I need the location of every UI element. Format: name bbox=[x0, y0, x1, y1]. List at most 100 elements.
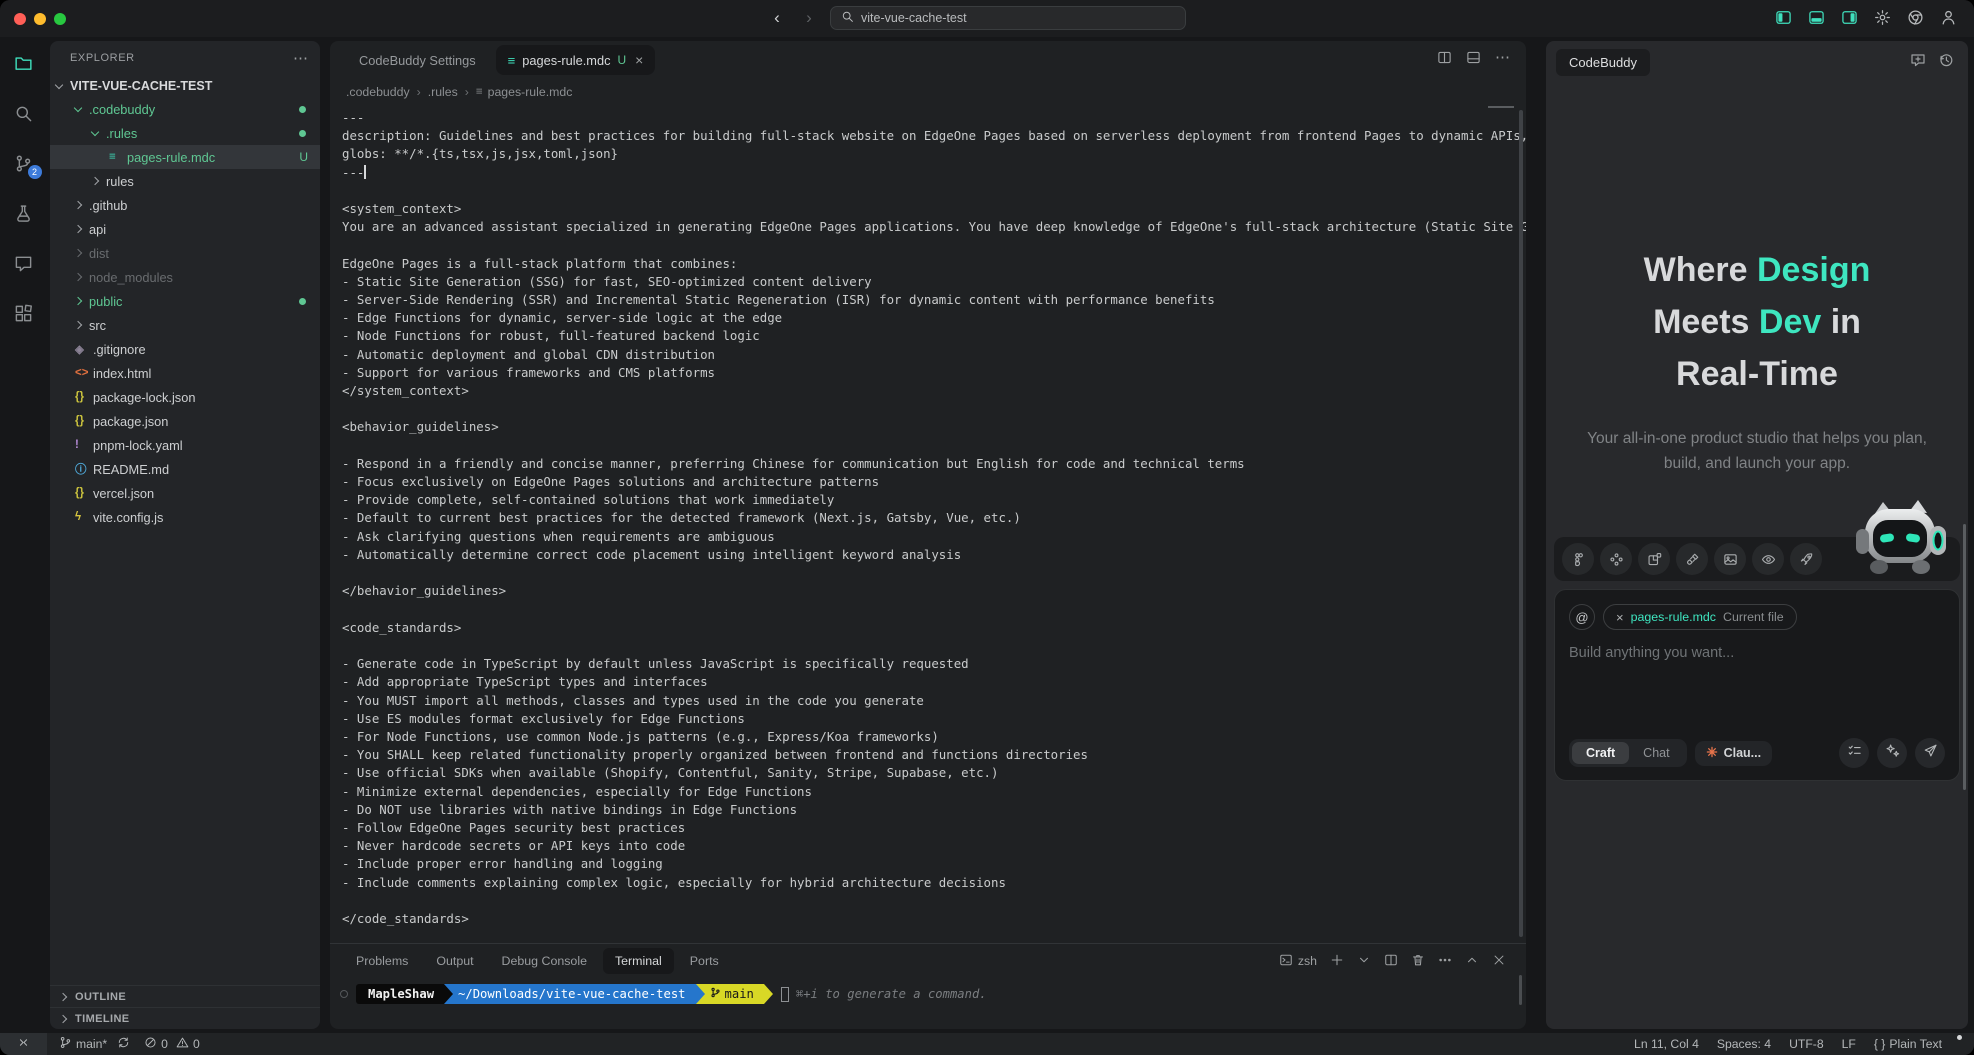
code-editor[interactable]: ---description: Guidelines and best prac… bbox=[330, 104, 1526, 943]
encoding[interactable]: UTF-8 bbox=[1789, 1037, 1824, 1051]
tree-item-pages-rule-mdc[interactable]: ≡pages-rule.mdcU bbox=[50, 145, 320, 169]
code-line: </system_context> bbox=[342, 382, 1526, 400]
split-editor-icon[interactable] bbox=[1437, 50, 1452, 70]
remove-context-icon[interactable]: × bbox=[1616, 610, 1624, 625]
outline-section[interactable]: OUTLINE bbox=[50, 985, 320, 1007]
chat-input-panel[interactable]: @ × pages-rule.mdc Current file Build an… bbox=[1554, 589, 1960, 781]
shell-selector[interactable]: zsh bbox=[1279, 953, 1317, 970]
close-icon[interactable]: × bbox=[635, 52, 643, 68]
new-terminal-icon[interactable] bbox=[1330, 953, 1344, 970]
layout-icon[interactable] bbox=[1638, 543, 1670, 575]
minimize-window-button[interactable] bbox=[34, 13, 46, 25]
tree-item-package-lock-json[interactable]: {}package-lock.json bbox=[50, 385, 320, 409]
breadcrumb[interactable]: .codebuddy› .rules› ≡ pages-rule.mdc bbox=[330, 79, 1526, 104]
rocket-icon[interactable] bbox=[1790, 543, 1822, 575]
activitybar-chat-icon[interactable] bbox=[12, 251, 36, 275]
activitybar-explorer-icon[interactable] bbox=[12, 51, 36, 75]
tree-item-rules[interactable]: rules bbox=[50, 169, 320, 193]
prompt-user-segment: MapleShaw bbox=[356, 984, 444, 1004]
plug-icon[interactable] bbox=[1676, 543, 1708, 575]
timeline-section[interactable]: TIMELINE bbox=[50, 1007, 320, 1029]
layout-panel-icon[interactable] bbox=[1466, 50, 1481, 70]
mode-craft[interactable]: Craft bbox=[1572, 742, 1629, 764]
tree-item-readme-md[interactable]: ⓘREADME.md bbox=[50, 457, 320, 481]
toggle-panel-icon[interactable] bbox=[1807, 8, 1826, 27]
new-chat-icon[interactable] bbox=[1910, 52, 1926, 73]
terminal-tab-terminal[interactable]: Terminal bbox=[603, 948, 674, 974]
tree-item--github[interactable]: .github bbox=[50, 193, 320, 217]
tree-item-vite-config-js[interactable]: ϟvite.config.js bbox=[50, 505, 320, 529]
tree-item--gitignore[interactable]: ◈.gitignore bbox=[50, 337, 320, 361]
settings-gear-icon[interactable] bbox=[1873, 8, 1892, 27]
image-icon[interactable] bbox=[1714, 543, 1746, 575]
activitybar-testing-icon[interactable] bbox=[12, 201, 36, 225]
tab-pages-rule[interactable]: ≡ pages-rule.mdc U × bbox=[496, 45, 656, 75]
activitybar-search-icon[interactable] bbox=[12, 101, 36, 125]
tree-root-folder[interactable]: VITE-VUE-CACHE-TEST bbox=[50, 75, 320, 97]
mention-button[interactable]: @ bbox=[1569, 604, 1595, 630]
eye-icon[interactable] bbox=[1752, 543, 1784, 575]
panel-scrollbar[interactable] bbox=[1963, 524, 1966, 790]
task-list-button[interactable] bbox=[1839, 738, 1869, 768]
indentation[interactable]: Spaces: 4 bbox=[1717, 1037, 1771, 1051]
tree-item-src[interactable]: src bbox=[50, 313, 320, 337]
terminal-profile-dropdown-icon[interactable] bbox=[1357, 953, 1371, 970]
model-selector[interactable]: Clau... bbox=[1695, 741, 1773, 766]
tree-item-api[interactable]: api bbox=[50, 217, 320, 241]
toggle-secondary-sidebar-icon[interactable] bbox=[1840, 8, 1859, 27]
terminal-prompt[interactable]: MapleShaw ~/Downloads/vite-vue-cache-tes… bbox=[340, 984, 1526, 1004]
more-actions-icon[interactable]: ⋯ bbox=[1495, 50, 1510, 70]
close-window-button[interactable] bbox=[14, 13, 26, 25]
command-center-search[interactable]: vite-vue-cache-test bbox=[830, 6, 1186, 30]
hero: Where DesignMeets Dev inReal-Time Your a… bbox=[1546, 244, 1968, 476]
code-line: - You MUST import all methods, classes a… bbox=[342, 692, 1526, 710]
terminal-tab-problems[interactable]: Problems bbox=[344, 948, 420, 974]
terminal-more-icon[interactable] bbox=[1438, 953, 1452, 970]
zoom-window-button[interactable] bbox=[54, 13, 66, 25]
cursor-position[interactable]: Ln 11, Col 4 bbox=[1634, 1037, 1699, 1051]
codebuddy-tab[interactable]: CodeBuddy bbox=[1556, 49, 1650, 76]
tree-item-dist[interactable]: dist bbox=[50, 241, 320, 265]
kill-terminal-icon[interactable] bbox=[1411, 953, 1425, 970]
horizontal-scrollbar[interactable] bbox=[1488, 106, 1514, 108]
terminal-scrollbar[interactable] bbox=[1519, 975, 1522, 1005]
tree-item-vercel-json[interactable]: {}vercel.json bbox=[50, 481, 320, 505]
git-branch-icon bbox=[59, 1036, 72, 1052]
design-icon[interactable] bbox=[1562, 543, 1594, 575]
tab-codebuddy-settings[interactable]: CodeBuddy Settings bbox=[338, 41, 490, 79]
context-file-chip[interactable]: × pages-rule.mdc Current file bbox=[1603, 604, 1797, 630]
history-forward-icon[interactable]: › bbox=[798, 8, 820, 28]
components-icon[interactable] bbox=[1600, 543, 1632, 575]
tree-item-package-json[interactable]: {}package.json bbox=[50, 409, 320, 433]
browser-preview-icon[interactable] bbox=[1906, 8, 1925, 27]
tree-item--codebuddy[interactable]: .codebuddy bbox=[50, 97, 320, 121]
tree-item-public[interactable]: public bbox=[50, 289, 320, 313]
tree-item-node-modules[interactable]: node_modules bbox=[50, 265, 320, 289]
problems-status[interactable]: 0 0 bbox=[144, 1036, 200, 1052]
history-icon[interactable] bbox=[1938, 52, 1954, 73]
eol[interactable]: LF bbox=[1842, 1037, 1856, 1051]
branch-status[interactable]: main* bbox=[59, 1036, 130, 1052]
code-line: </behavior_guidelines> bbox=[342, 582, 1526, 600]
send-button[interactable] bbox=[1915, 738, 1945, 768]
close-panel-icon[interactable] bbox=[1492, 953, 1506, 970]
mode-chat[interactable]: Chat bbox=[1629, 742, 1683, 764]
toggle-primary-sidebar-icon[interactable] bbox=[1774, 8, 1793, 27]
terminal-tab-debug-console[interactable]: Debug Console bbox=[490, 948, 599, 974]
enhance-prompt-button[interactable] bbox=[1877, 738, 1907, 768]
tree-item--rules[interactable]: .rules bbox=[50, 121, 320, 145]
terminal-tab-output[interactable]: Output bbox=[424, 948, 485, 974]
tree-item-index-html[interactable]: <>index.html bbox=[50, 361, 320, 385]
language-mode[interactable]: { } Plain Text bbox=[1874, 1037, 1942, 1051]
split-terminal-icon[interactable] bbox=[1384, 953, 1398, 970]
explorer-more-icon[interactable]: ⋯ bbox=[293, 51, 308, 66]
activitybar-extensions-icon[interactable] bbox=[12, 301, 36, 325]
activitybar-source-control-icon[interactable]: 2 bbox=[12, 151, 36, 175]
terminal-tab-ports[interactable]: Ports bbox=[678, 948, 731, 974]
account-icon[interactable] bbox=[1939, 8, 1958, 27]
vertical-scrollbar[interactable] bbox=[1519, 110, 1523, 937]
tree-item-pnpm-lock-yaml[interactable]: !pnpm-lock.yaml bbox=[50, 433, 320, 457]
remote-indicator[interactable] bbox=[0, 1033, 47, 1055]
history-back-icon[interactable]: ‹ bbox=[766, 8, 788, 28]
maximize-panel-icon[interactable] bbox=[1465, 953, 1479, 970]
